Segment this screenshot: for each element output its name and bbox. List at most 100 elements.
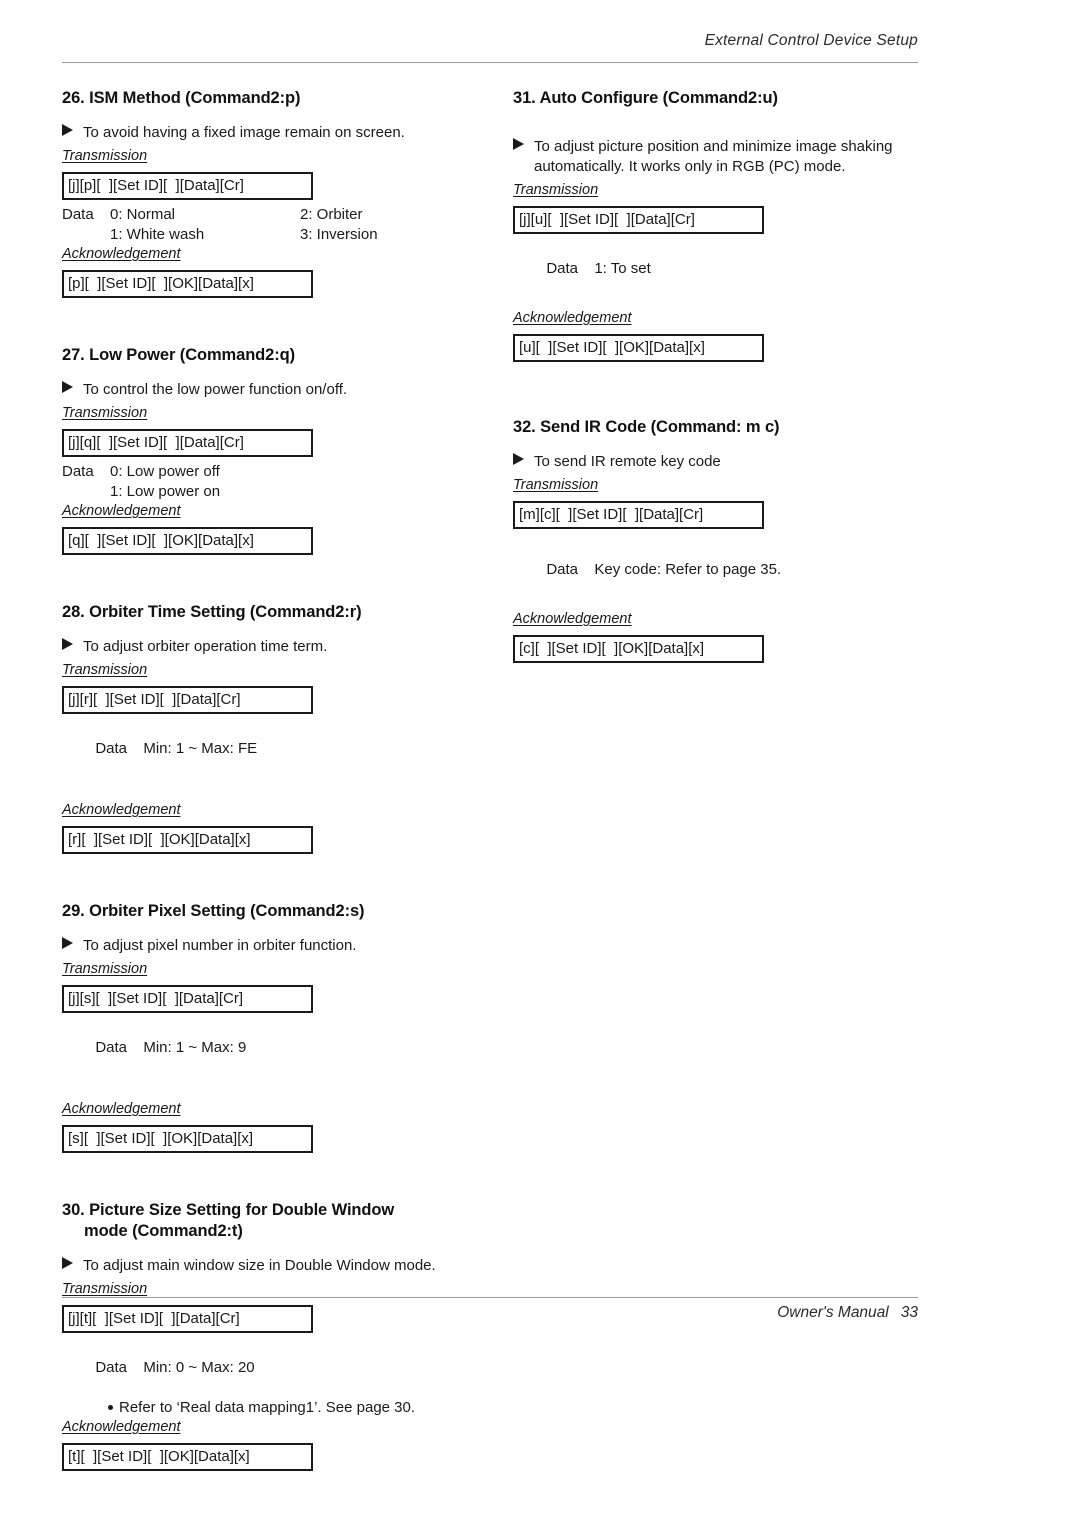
section-30-picture-size-setting: 30. Picture Size Setting for Double Wind… xyxy=(62,1200,482,1471)
acknowledgement-label: Acknowledgement xyxy=(62,503,181,519)
section-29-description: To adjust pixel number in orbiter functi… xyxy=(62,936,482,956)
section-27-low-power: 27. Low Power (Command2:q) To control th… xyxy=(62,345,482,555)
section-31-description-line1: To adjust picture position and minimize … xyxy=(534,138,893,155)
section-30-title-line1: 30. Picture Size Setting for Double Wind… xyxy=(62,1201,395,1219)
section-32-description: To send IR remote key code xyxy=(513,452,933,472)
section-28-ack-label-row: Acknowledgement xyxy=(62,801,482,823)
page-header: External Control Device Setup xyxy=(62,32,918,64)
data-value: Min: 1 ~ Max: 9 xyxy=(143,1039,247,1056)
section-30-description: To adjust main window size in Double Win… xyxy=(62,1256,482,1276)
section-26-ism-method: 26. ISM Method (Command2:p) To avoid hav… xyxy=(62,88,482,298)
triangle-bullet-icon xyxy=(513,138,524,150)
section-29-description-text: To adjust pixel number in orbiter functi… xyxy=(83,937,357,954)
section-32-acknowledgement-code: [c][ ][Set ID][ ][OK][Data][x] xyxy=(513,635,764,663)
section-29-transmission-label-row: Transmission xyxy=(62,960,482,982)
data-label: Data xyxy=(95,740,128,757)
footer-content: Owner's Manual 33 xyxy=(777,1304,918,1322)
triangle-bullet-icon xyxy=(62,124,73,136)
section-26-ack-label-row: Acknowledgement xyxy=(62,245,482,267)
section-30-acknowledgement-code: [t][ ][Set ID][ ][OK][Data][x] xyxy=(62,1443,313,1471)
section-31-auto-configure: 31. Auto Configure (Command2:u) To adjus… xyxy=(513,88,933,362)
section-28-data-row: Data Min: 1 ~ Max: FE xyxy=(62,719,482,779)
header-divider xyxy=(62,62,918,63)
section-26-title: 26. ISM Method (Command2:p) xyxy=(62,89,301,107)
transmission-label: Transmission xyxy=(62,662,148,678)
right-column: 31. Auto Configure (Command2:u) To adjus… xyxy=(513,88,933,668)
data-value: Key code: Refer to page 35. xyxy=(594,561,782,578)
data-label: Data xyxy=(95,1359,128,1376)
footer-label: Owner's Manual xyxy=(777,1304,889,1321)
section-30-ack-label-row: Acknowledgement xyxy=(62,1418,482,1440)
acknowledgement-label: Acknowledgement xyxy=(513,611,632,627)
data-row: 1: Low power on xyxy=(62,482,482,502)
section-27-description-text: To control the low power function on/off… xyxy=(83,381,348,398)
transmission-label: Transmission xyxy=(513,182,599,198)
triangle-bullet-icon xyxy=(62,638,73,650)
triangle-bullet-icon xyxy=(62,381,73,393)
transmission-label: Transmission xyxy=(62,405,148,421)
dot-bullet-icon xyxy=(108,1405,113,1410)
section-28-description: To adjust orbiter operation time term. xyxy=(62,637,482,657)
section-26-description-text: To avoid having a fixed image remain on … xyxy=(83,124,405,141)
page-header-title: External Control Device Setup xyxy=(704,32,918,49)
section-28-acknowledgement-code: [r][ ][Set ID][ ][OK][Data][x] xyxy=(62,826,313,854)
section-29-orbiter-pixel-setting: 29. Orbiter Pixel Setting (Command2:s) T… xyxy=(62,901,482,1153)
section-28-description-text: To adjust orbiter operation time term. xyxy=(83,638,328,655)
section-27-data-grid: Data 0: Low power off 1: Low power on xyxy=(62,462,482,502)
triangle-bullet-icon xyxy=(62,937,73,949)
acknowledgement-label: Acknowledgement xyxy=(62,1419,181,1435)
transmission-label: Transmission xyxy=(62,148,148,164)
section-31-transmission-label-row: Transmission xyxy=(513,181,933,203)
section-31-transmission-code: [j][u][ ][Set ID][ ][Data][Cr] xyxy=(513,206,764,234)
section-27-description: To control the low power function on/off… xyxy=(62,380,482,400)
data-value-1: 1: White wash xyxy=(110,226,205,243)
section-26-description: To avoid having a fixed image remain on … xyxy=(62,123,482,143)
section-27-acknowledgement-code: [q][ ][Set ID][ ][OK][Data][x] xyxy=(62,527,313,555)
acknowledgement-label: Acknowledgement xyxy=(513,310,632,326)
triangle-bullet-icon xyxy=(62,1257,73,1269)
data-value-0: 0: Normal xyxy=(110,206,176,223)
data-value: 1: To set xyxy=(594,260,651,277)
section-32-transmission-label-row: Transmission xyxy=(513,476,933,498)
section-32-data-row: Data Key code: Refer to page 35. xyxy=(513,540,933,600)
acknowledgement-label: Acknowledgement xyxy=(62,1101,181,1117)
section-31-description-line2: automatically. It works only in RGB (PC)… xyxy=(534,158,846,175)
section-32-ack-label-row: Acknowledgement xyxy=(513,610,933,632)
data-row: 1: White wash 3: Inversion xyxy=(62,225,482,245)
section-32-send-ir-code: 32. Send IR Code (Command: m c) To send … xyxy=(513,417,933,663)
section-30-note-row: Refer to ‘Real data mapping1’. See page … xyxy=(62,1398,482,1418)
section-30-title-line2: mode (Command2:t) xyxy=(84,1222,243,1240)
data-label: Data xyxy=(95,1039,128,1056)
manual-page: External Control Device Setup 26. ISM Me… xyxy=(0,0,1080,1528)
section-31-description: To adjust picture position and minimize … xyxy=(513,137,933,177)
section-30-title: 30. Picture Size Setting for Double Wind… xyxy=(62,1200,482,1242)
data-value: Min: 1 ~ Max: FE xyxy=(143,740,258,757)
data-value-1: 1: Low power on xyxy=(110,483,221,500)
section-32-description-text: To send IR remote key code xyxy=(534,453,721,470)
transmission-label: Transmission xyxy=(62,961,148,977)
data-value-0: 0: Low power off xyxy=(110,463,220,480)
section-28-transmission-label-row: Transmission xyxy=(62,661,482,683)
section-31-data-row: Data 1: To set xyxy=(513,239,933,299)
transmission-label: Transmission xyxy=(513,477,599,493)
section-29-data-row: Data Min: 1 ~ Max: 9 xyxy=(62,1018,482,1078)
data-label: Data xyxy=(546,260,579,277)
data-label: Data xyxy=(546,561,579,578)
data-row: Data 0: Low power off xyxy=(62,462,482,482)
section-28-orbiter-time-setting: 28. Orbiter Time Setting (Command2:r) To… xyxy=(62,602,482,854)
data-label: Data xyxy=(62,463,94,480)
section-27-transmission-code: [j][q][ ][Set ID][ ][Data][Cr] xyxy=(62,429,313,457)
section-28-transmission-code: [j][r][ ][Set ID][ ][Data][Cr] xyxy=(62,686,313,714)
data-value: Min: 0 ~ Max: 20 xyxy=(143,1359,255,1376)
section-31-acknowledgement-code: [u][ ][Set ID][ ][OK][Data][x] xyxy=(513,334,764,362)
acknowledgement-label: Acknowledgement xyxy=(62,802,181,818)
section-29-acknowledgement-code: [s][ ][Set ID][ ][OK][Data][x] xyxy=(62,1125,313,1153)
